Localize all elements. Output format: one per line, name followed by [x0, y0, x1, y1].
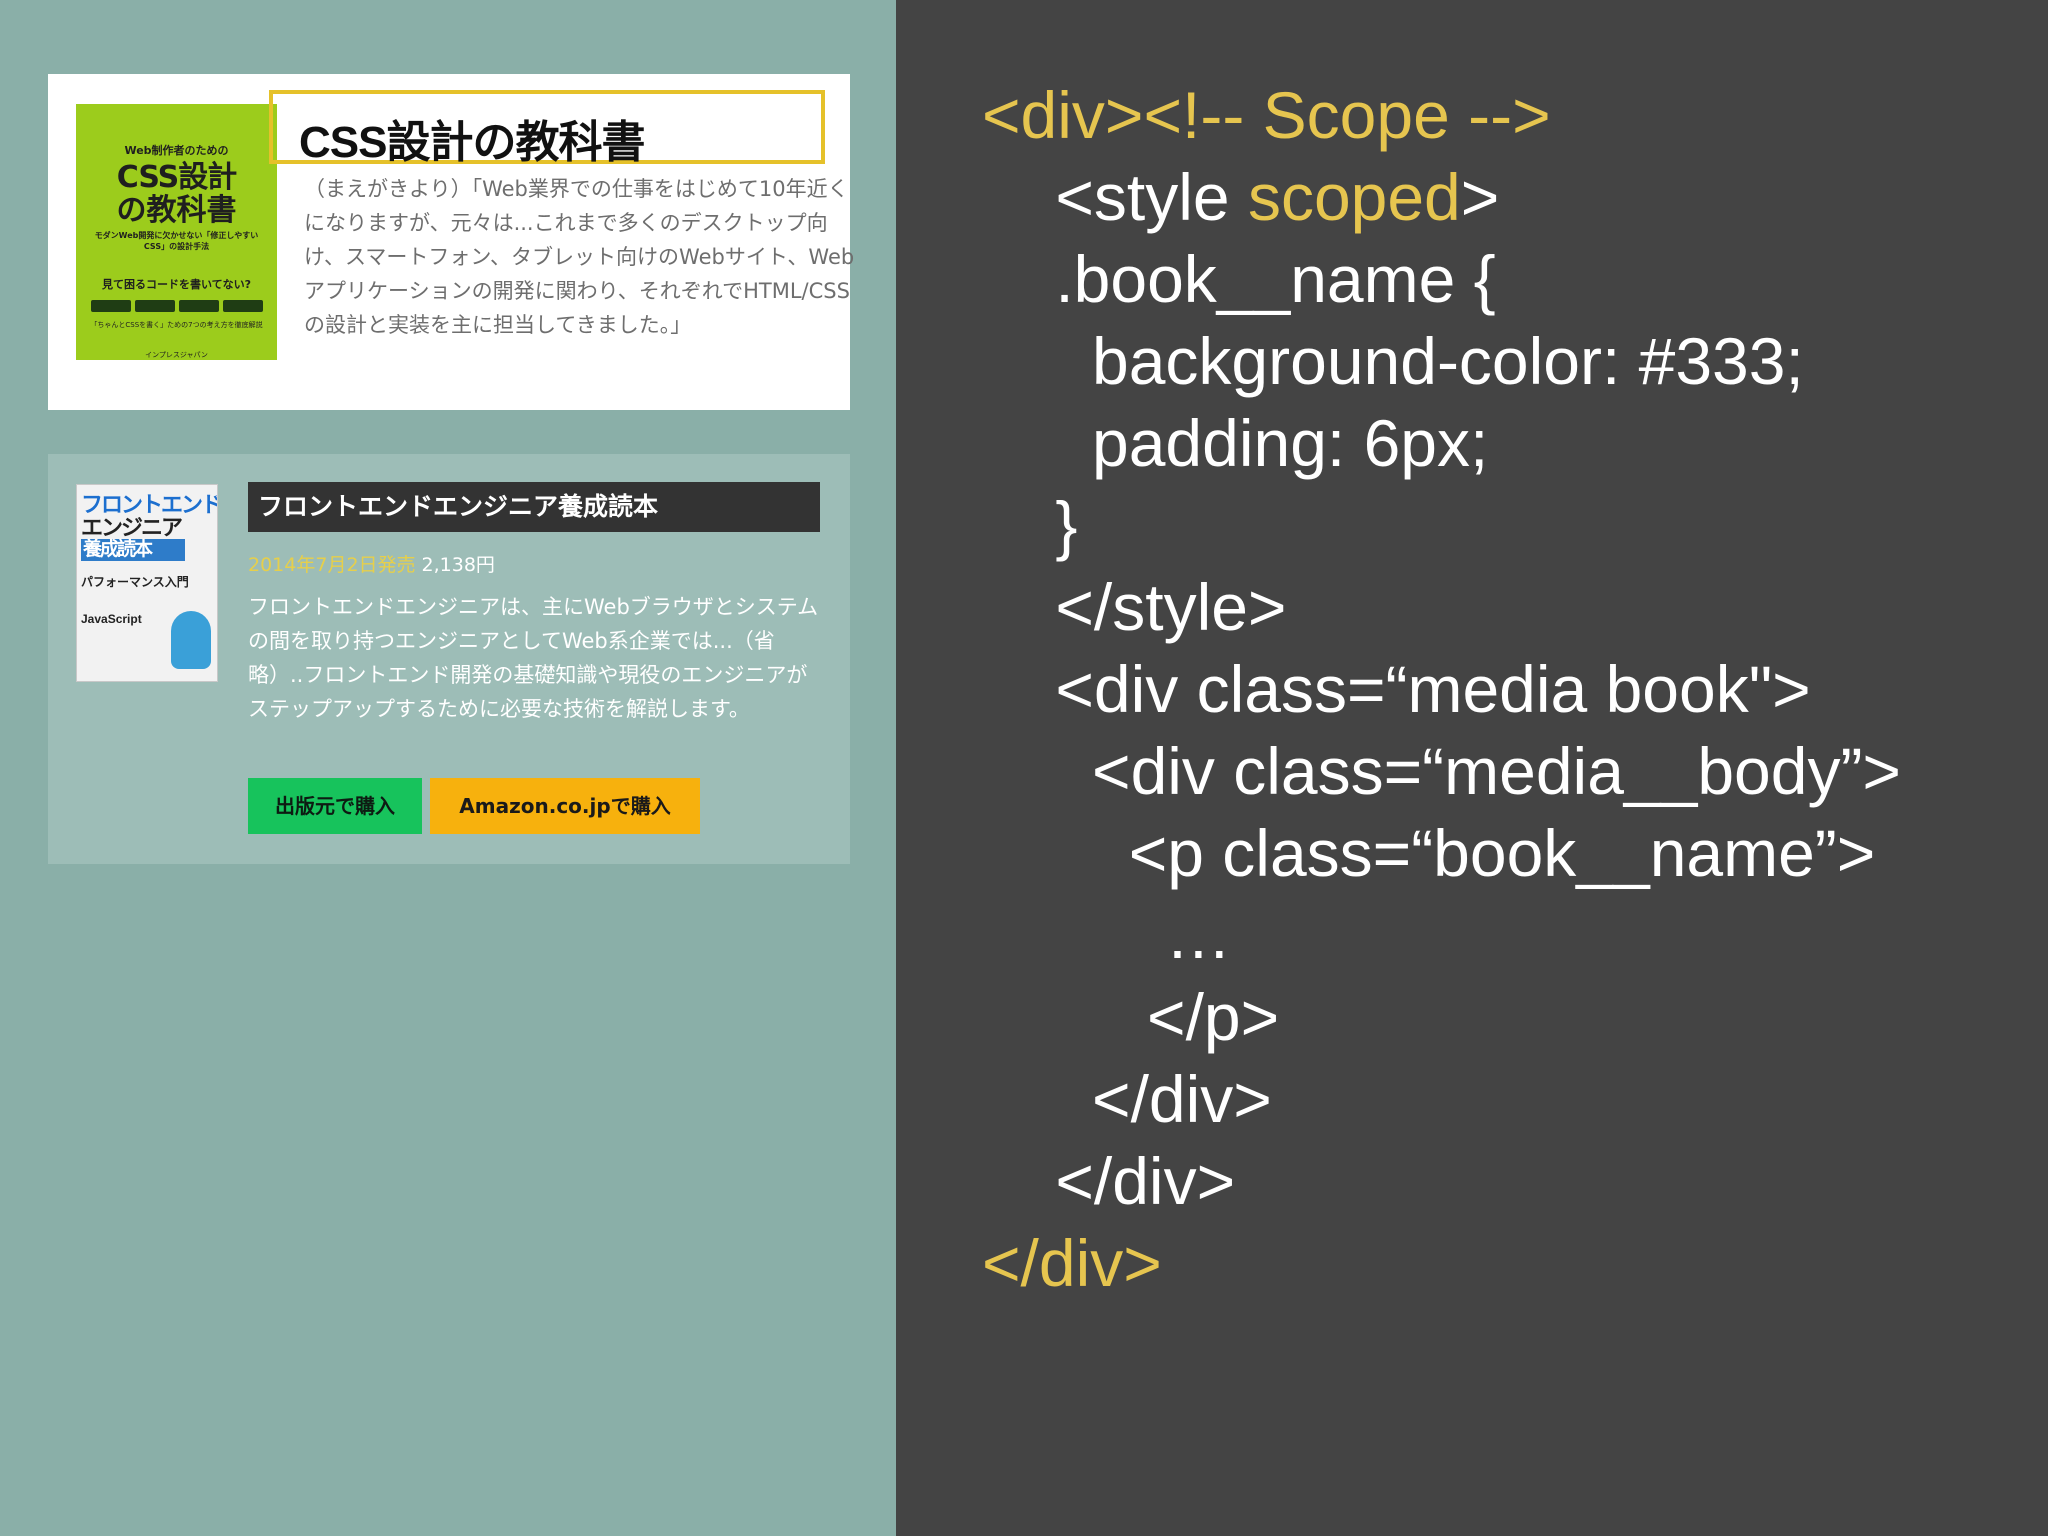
code-line: </style> — [982, 570, 1287, 644]
book-card-frontend: フロントエンド エンジニア 養成読本 パフォーマンス入門 JavaScript … — [48, 454, 850, 864]
book-cover-image: Web制作者のための CSS設計 の教科書 モダンWeb開発に欠かせない「修正し… — [76, 104, 277, 360]
code-token: <style — [982, 160, 1248, 234]
release-date: 2014年7月2日発売 — [248, 554, 416, 576]
code-line: background-color: #333; — [982, 324, 1804, 398]
cover-description: モダンWeb開発に欠かせない「修正しやすいCSS」の設計手法 — [94, 231, 259, 251]
code-token-scoped: scoped — [1247, 160, 1461, 234]
buy-from-publisher-button[interactable]: 出版元で購入 — [248, 778, 422, 834]
code-line: <div class=“media book"> — [982, 652, 1811, 726]
cover-question: 見て困るコードを書いてない? — [101, 278, 252, 291]
book-description: （まえがきより）「Web業界での仕事をはじめて10年近くになりますが、元々は..… — [304, 177, 855, 337]
code-line: </p> — [982, 980, 1280, 1054]
cover-tags — [76, 300, 277, 312]
code-line: </div> — [982, 1226, 1162, 1300]
book-description: フロントエンドエンジニアは、主にWebブラウザとシステムの間を取り持つエンジニア… — [248, 595, 819, 721]
buy-on-amazon-button[interactable]: Amazon.co.jpで購入 — [430, 778, 700, 834]
code-line: <div class=“media__body”> — [982, 734, 1901, 808]
code-line: </div> — [982, 1144, 1236, 1218]
code-line: </div> — [982, 1062, 1272, 1136]
cover-line3: 養成読本 — [81, 539, 185, 561]
cover-title-line2: の教科書 — [116, 193, 237, 228]
book-price: 2,138円 — [421, 554, 495, 576]
book-cover-image: フロントエンド エンジニア 養成読本 パフォーマンス入門 JavaScript — [76, 484, 218, 682]
code-line: } — [982, 488, 1078, 562]
cover-publisher: インプレスジャパン — [145, 351, 208, 359]
cover-line2: エンジニア — [81, 515, 183, 540]
code-line: <p class=“book__name”> — [982, 816, 1876, 890]
code-line: <style scoped> — [982, 156, 1901, 238]
book-card-css-design: Web制作者のための CSS設計 の教科書 モダンWeb開発に欠かせない「修正し… — [48, 74, 854, 410]
code-token: > — [1460, 160, 1500, 234]
code-line: <div><!-- Scope --> — [982, 78, 1551, 152]
cover-note: 「ちゃんとCSSを書く」ための7つの考え方を徹底解説 — [90, 321, 263, 329]
book-release-info: 2014年7月2日発売 2,138円 — [248, 550, 495, 577]
mascot-illustration — [171, 611, 211, 669]
book-title: フロントエンドエンジニア養成読本 — [248, 482, 820, 532]
cover-line1: フロントエンド — [81, 492, 218, 517]
cover-subtitle: Web制作者のための — [124, 144, 229, 157]
cover-title-line1: CSS設計 — [116, 160, 237, 195]
book-name-highlight: CSS設計の教科書 — [269, 90, 825, 167]
code-line: .book__name { — [982, 242, 1496, 316]
book-title: CSS設計の教科書 — [299, 118, 645, 167]
preview-panel: Web制作者のための CSS設計 の教科書 モダンWeb開発に欠かせない「修正し… — [0, 0, 896, 1536]
code-block: <div><!-- Scope --> <style scoped> .book… — [982, 74, 1901, 1304]
code-panel: <div><!-- Scope --> <style scoped> .book… — [896, 0, 2048, 1536]
code-line: … — [982, 898, 1232, 972]
code-line: padding: 6px; — [982, 406, 1489, 480]
cover-line4: パフォーマンス入門 — [81, 575, 189, 589]
